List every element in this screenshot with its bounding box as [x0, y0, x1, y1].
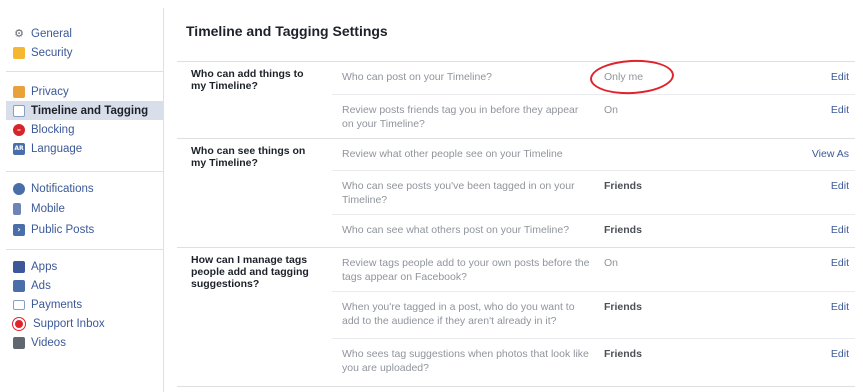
sidebar-item-label: Public Posts — [31, 223, 95, 236]
sidebar-item-public-posts[interactable]: › Public Posts — [6, 219, 163, 240]
sidebar-item-label: Language — [31, 142, 83, 155]
setting-question: When you're tagged in a post, who do you… — [342, 301, 575, 327]
sidebar-group-apps: Apps Ads Payments Support Inbox Videos — [6, 257, 163, 352]
settings-sidebar: ⚙ General Security Privacy Timeline and … — [0, 0, 164, 392]
sidebar-item-videos[interactable]: Videos — [6, 333, 163, 352]
edit-link[interactable]: Edit — [831, 223, 849, 237]
sidebar-item-label: Mobile — [31, 203, 65, 215]
setting-value: Friends — [604, 301, 642, 313]
sidebar-item-blocking[interactable]: – Blocking — [6, 120, 163, 139]
settings-row: Review what other people see on your Tim… — [332, 139, 855, 170]
language-icon: AR — [13, 142, 25, 155]
sidebar-group-privacy: Privacy Timeline and Tagging – Blocking … — [6, 82, 163, 158]
section-header: Who can add things to my Timeline? — [191, 68, 304, 92]
timeline-icon — [13, 104, 25, 117]
section-header: Who can see things on my Timeline? — [191, 145, 306, 169]
setting-value: On — [604, 257, 619, 269]
sidebar-item-apps[interactable]: Apps — [6, 257, 163, 276]
sidebar-item-label: Blocking — [31, 123, 75, 136]
sidebar-item-label: Payments — [31, 298, 83, 311]
settings-row: When you're tagged in a post, who do you… — [332, 291, 855, 339]
ads-icon — [13, 279, 25, 292]
sidebar-item-mobile[interactable]: Mobile — [6, 199, 163, 219]
settings-row: Who sees tag suggestions when photos tha… — [332, 338, 855, 387]
settings-row: Who can see posts you've been tagged in … — [332, 170, 855, 215]
sidebar-divider — [6, 71, 163, 72]
settings-section-manage-tags: How can I manage tags people add and tag… — [177, 247, 855, 387]
sidebar-item-security[interactable]: Security — [6, 43, 163, 62]
rss-icon: › — [13, 223, 25, 236]
sidebar-item-label: Ads — [31, 279, 51, 292]
sidebar-item-ads[interactable]: Ads — [6, 276, 163, 295]
setting-value: Friends — [604, 348, 642, 360]
setting-question: Review tags people add to your own posts… — [342, 257, 590, 283]
shield-icon — [13, 46, 25, 59]
sidebar-item-support-inbox[interactable]: Support Inbox — [6, 314, 163, 333]
setting-value: On — [604, 104, 619, 116]
sidebar-item-notifications[interactable]: Notifications — [6, 178, 163, 199]
settings-row: Review tags people add to your own posts… — [332, 248, 855, 291]
sidebar-divider — [6, 249, 163, 250]
sidebar-item-label: Support Inbox — [33, 317, 105, 330]
settings-row: Who can see what others post on your Tim… — [332, 214, 855, 248]
sidebar-item-language[interactable]: AR Language — [6, 139, 163, 158]
sidebar-item-timeline-and-tagging[interactable]: Timeline and Tagging — [6, 101, 163, 120]
setting-question: Who can see what others post on your Tim… — [342, 224, 570, 236]
setting-value: Friends — [604, 224, 642, 236]
edit-link[interactable]: Edit — [831, 256, 849, 270]
setting-value: Friends — [604, 180, 642, 192]
film-icon — [13, 336, 25, 349]
sidebar-item-label: Privacy — [31, 85, 69, 98]
setting-question: Review what other people see on your Tim… — [342, 148, 563, 160]
card-icon — [13, 299, 25, 310]
sidebar-item-label: General — [31, 27, 72, 40]
sidebar-right-border — [163, 8, 164, 392]
sidebar-item-general[interactable]: ⚙ General — [6, 24, 163, 43]
sidebar-item-label: Videos — [31, 336, 66, 349]
lifebuoy-icon — [13, 317, 25, 330]
sidebar-divider — [6, 171, 163, 172]
sidebar-item-privacy[interactable]: Privacy — [6, 82, 163, 101]
lock-icon — [13, 85, 25, 98]
sidebar-group-account: ⚙ General Security — [6, 24, 163, 62]
sidebar-group-notifications: Notifications Mobile › Public Posts — [6, 178, 163, 240]
edit-link[interactable]: Edit — [831, 103, 849, 117]
edit-link[interactable]: Edit — [831, 300, 849, 314]
sidebar-item-label: Timeline and Tagging — [31, 104, 149, 117]
sidebar-item-label: Apps — [31, 260, 58, 273]
settings-row: Review posts friends tag you in before t… — [332, 94, 855, 139]
sidebar-item-label: Notifications — [31, 182, 94, 195]
section-header: How can I manage tags people add and tag… — [191, 254, 309, 290]
setting-question: Who can post on your Timeline? — [342, 71, 492, 83]
edit-link[interactable]: Edit — [831, 347, 849, 361]
block-icon: – — [13, 123, 25, 136]
edit-link[interactable]: Edit — [831, 70, 849, 84]
view-as-link[interactable]: View As — [812, 147, 849, 161]
apps-icon — [13, 260, 25, 273]
setting-question: Who sees tag suggestions when photos tha… — [342, 348, 589, 374]
sidebar-item-payments[interactable]: Payments — [6, 295, 163, 314]
setting-question: Who can see posts you've been tagged in … — [342, 180, 575, 206]
gear-icon: ⚙ — [14, 27, 24, 40]
setting-question: Review posts friends tag you in before t… — [342, 104, 579, 130]
settings-section-add-things: Who can add things to my Timeline? Who c… — [177, 61, 855, 138]
settings-section-see-things: Who can see things on my Timeline? Revie… — [177, 138, 855, 247]
sidebar-item-label: Security — [31, 46, 73, 59]
page-title: Timeline and Tagging Settings — [186, 23, 388, 39]
edit-link[interactable]: Edit — [831, 179, 849, 193]
phone-icon — [13, 203, 21, 215]
globe-icon — [13, 182, 25, 195]
